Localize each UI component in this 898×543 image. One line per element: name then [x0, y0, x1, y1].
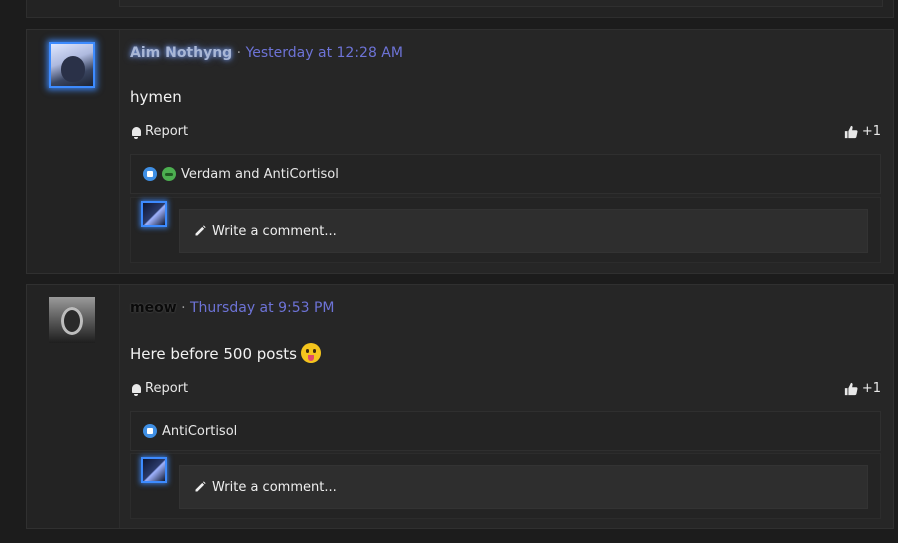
post-user-column	[27, 285, 120, 528]
report-label: Report	[145, 381, 189, 396]
avatar[interactable]	[49, 42, 95, 88]
post-content: Here before 500 posts	[130, 343, 321, 363]
thumbs-up-icon	[844, 125, 858, 138]
post-content: hymen	[130, 88, 182, 106]
report-button[interactable]: Report	[132, 381, 188, 396]
reactions-text[interactable]: AntiCortisol	[162, 424, 237, 439]
username-link[interactable]: Aim Nothyng	[130, 45, 232, 61]
current-user-avatar[interactable]	[141, 201, 167, 227]
post-meta: Aim Nothyng · Yesterday at 12:28 AM	[130, 45, 403, 61]
meta-separator: ·	[181, 300, 186, 316]
comment-input[interactable]: Write a comment...	[179, 465, 868, 509]
comment-area: Write a comment...	[130, 453, 881, 519]
bell-icon	[132, 127, 141, 139]
report-button[interactable]: Report	[132, 124, 188, 139]
avatar[interactable]	[49, 297, 95, 343]
reactions-bar[interactable]: AntiCortisol	[130, 411, 881, 451]
post-timestamp-link[interactable]: Yesterday at 12:28 AM	[246, 45, 403, 61]
report-label: Report	[145, 124, 189, 139]
username-link[interactable]: meow	[130, 300, 177, 316]
comment-input[interactable]: Write a comment...	[179, 209, 868, 253]
meta-separator: ·	[236, 45, 242, 61]
pencil-icon	[195, 481, 206, 492]
comment-placeholder: Write a comment...	[212, 479, 337, 495]
plus-one-button[interactable]: +1	[844, 124, 881, 139]
comment-area: Write a comment...	[130, 197, 881, 263]
post-timestamp-link[interactable]: Thursday at 9:53 PM	[190, 300, 334, 316]
profile-post: Aim Nothyng · Yesterday at 12:28 AM hyme…	[26, 29, 894, 274]
previous-comment-area-fragment	[119, 0, 883, 7]
like-icon	[143, 167, 157, 181]
sick-face-icon	[162, 167, 176, 181]
tongue-out-emoji	[301, 343, 321, 363]
previous-post-fragment	[26, 0, 894, 18]
post-user-column	[27, 30, 120, 273]
current-user-avatar[interactable]	[141, 457, 167, 483]
profile-post: meow · Thursday at 9:53 PM Here before 5…	[26, 284, 894, 529]
reactions-text[interactable]: Verdam and AntiCortisol	[181, 167, 339, 182]
plus-one-label: +1	[861, 124, 881, 139]
plus-one-label: +1	[861, 381, 881, 396]
post-meta: meow · Thursday at 9:53 PM	[130, 300, 334, 316]
bell-icon	[132, 384, 141, 396]
plus-one-button[interactable]: +1	[844, 381, 881, 396]
like-icon	[143, 424, 157, 438]
reactions-bar[interactable]: Verdam and AntiCortisol	[130, 154, 881, 194]
post-content-text: Here before 500 posts	[130, 345, 297, 363]
comment-placeholder: Write a comment...	[212, 223, 337, 239]
pencil-icon	[195, 225, 206, 236]
thumbs-up-icon	[844, 382, 858, 395]
